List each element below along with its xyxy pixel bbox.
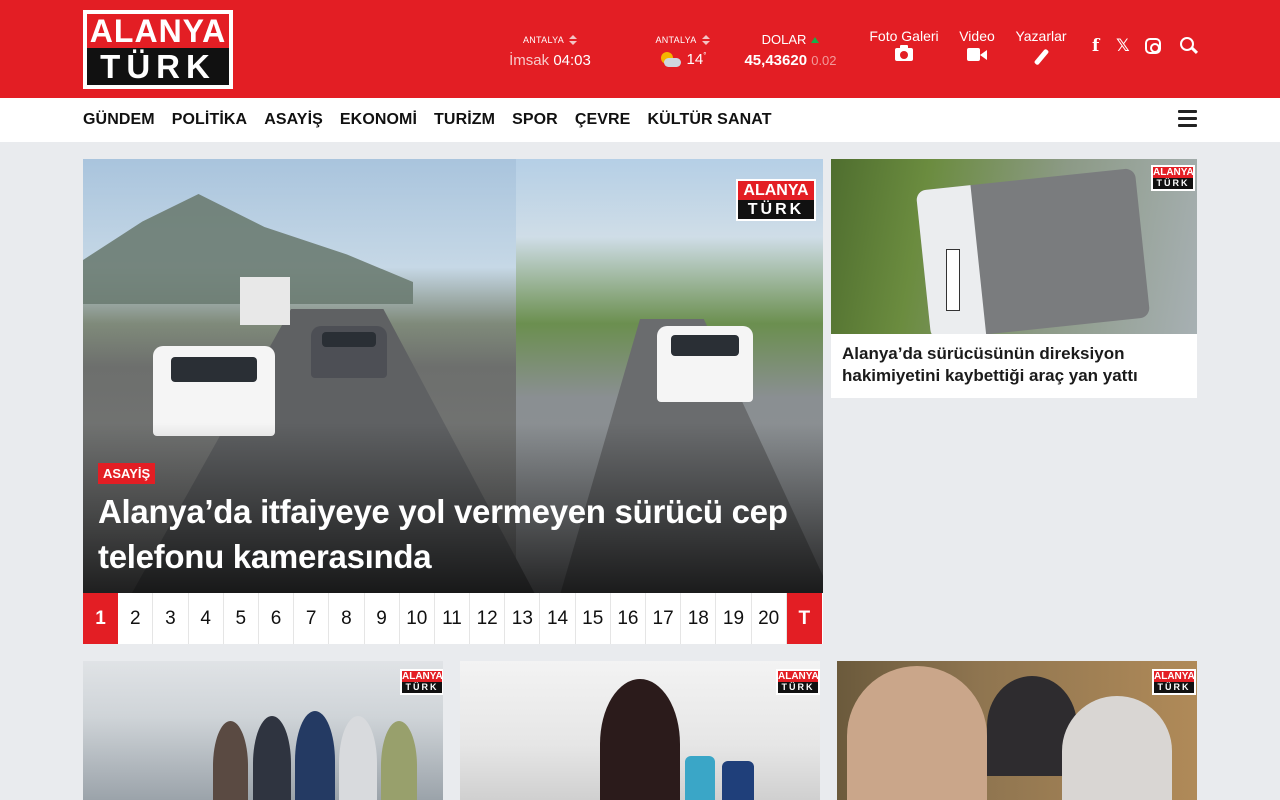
- hero-category-badge[interactable]: ASAYİŞ: [98, 463, 156, 484]
- slider-pagination: 1 2 3 4 5 6 7 8 9 10 11 12 13 14 15 16 17 18 19 20 T: [83, 593, 823, 644]
- pager-page-20[interactable]: 20: [752, 593, 787, 644]
- photo-gallery-link[interactable]: Foto Galeri: [866, 28, 942, 61]
- nav-item-ekonomi[interactable]: EKONOMİ: [340, 111, 417, 129]
- sort-arrows-icon[interactable]: [569, 35, 578, 45]
- watermark-logo: ALANYA TÜRK: [1152, 669, 1196, 695]
- logo-text-top: ALANYA: [87, 14, 229, 48]
- prayer-time: 04:03: [553, 52, 591, 69]
- nav-item-kultur-sanat[interactable]: KÜLTÜR SANAT: [647, 111, 771, 129]
- pager-page-1[interactable]: 1: [83, 593, 119, 644]
- category-menu: GÜNDEM POLİTİKA ASAYİŞ EKONOMİ TURİZM SP…: [83, 98, 772, 142]
- trend-up-icon: [811, 36, 820, 43]
- video-icon: [967, 48, 987, 61]
- hero-headline[interactable]: Alanya’da itfaiyeye yol vermeyen sürücü …: [98, 489, 798, 579]
- hero-slider[interactable]: ALANYA TÜRK ASAYİŞ Alanya’da itfaiyeye y…: [83, 159, 823, 593]
- pager-page-16[interactable]: 16: [611, 593, 646, 644]
- currency-value: 45,43620: [744, 52, 808, 69]
- news-card[interactable]: ALANYA TÜRK: [837, 661, 1197, 800]
- instagram-icon[interactable]: [1145, 38, 1161, 54]
- currency-change: 0.02: [811, 53, 837, 68]
- news-card[interactable]: ALANYA TÜRK: [83, 661, 443, 800]
- x-twitter-icon[interactable]: 𝕏: [1116, 36, 1130, 56]
- news-card[interactable]: ALANYA TÜRK: [460, 661, 820, 800]
- partly-cloudy-icon: [659, 51, 681, 68]
- video-label: Video: [959, 28, 995, 44]
- watermark-logo: ALANYA TÜRK: [736, 179, 816, 221]
- facebook-icon[interactable]: f: [1092, 36, 1099, 56]
- top-header: ALANYA TÜRK ANTALYA İmsak 04:03 ANTALYA …: [0, 0, 1280, 98]
- pager-page-17[interactable]: 17: [646, 593, 682, 644]
- weather-widget[interactable]: ANTALYA 14°: [645, 30, 720, 68]
- search-icon[interactable]: [1180, 37, 1198, 55]
- authors-link[interactable]: Yazarlar: [1012, 28, 1070, 66]
- prayer-label: İmsak: [509, 52, 550, 69]
- side-news-image: ALANYA TÜRK: [831, 159, 1197, 334]
- pager-page-15[interactable]: 15: [576, 593, 611, 644]
- pager-page-18[interactable]: 18: [681, 593, 717, 644]
- currency-widget[interactable]: DOLAR 45,43620 0.02: [733, 31, 848, 69]
- video-link[interactable]: Video: [955, 28, 999, 61]
- main-nav: GÜNDEM POLİTİKA ASAYİŞ EKONOMİ TURİZM SP…: [0, 98, 1280, 142]
- pager-page-14[interactable]: 14: [540, 593, 576, 644]
- white-car-image: [657, 326, 753, 402]
- watermark-logo: ALANYA TÜRK: [776, 669, 820, 695]
- pager-page-7[interactable]: 7: [294, 593, 330, 644]
- watermark-logo: ALANYA TÜRK: [1151, 165, 1195, 191]
- pager-page-6[interactable]: 6: [259, 593, 295, 644]
- side-news-card[interactable]: ALANYA TÜRK Alanya’da sürücüsünün direks…: [831, 159, 1197, 398]
- currency-name: DOLAR: [761, 32, 807, 47]
- pager-page-13[interactable]: 13: [505, 593, 541, 644]
- nav-item-turizm[interactable]: TURİZM: [434, 111, 495, 129]
- prayer-city: ANTALYA: [522, 35, 565, 45]
- pager-page-3[interactable]: 3: [153, 593, 189, 644]
- weather-city: ANTALYA: [655, 35, 697, 45]
- pager-page-2[interactable]: 2: [118, 593, 154, 644]
- nav-item-politika[interactable]: POLİTİKA: [172, 111, 247, 129]
- pager-page-9[interactable]: 9: [365, 593, 400, 644]
- authors-label: Yazarlar: [1015, 28, 1067, 44]
- prayer-time-widget[interactable]: ANTALYA İmsak 04:03: [500, 30, 600, 69]
- camera-icon: [895, 45, 913, 61]
- pager-all-button[interactable]: T: [786, 593, 822, 644]
- pager-page-19[interactable]: 19: [716, 593, 752, 644]
- pager-page-8[interactable]: 8: [329, 593, 365, 644]
- side-news-title[interactable]: Alanya’da sürücüsünün direksiyon hakimiy…: [842, 343, 1192, 387]
- nav-item-spor[interactable]: SPOR: [512, 111, 558, 129]
- degree-symbol: °: [703, 51, 707, 60]
- site-logo[interactable]: ALANYA TÜRK: [83, 10, 233, 89]
- hamburger-menu-icon[interactable]: [1178, 110, 1197, 128]
- pager-page-11[interactable]: 11: [435, 593, 471, 644]
- nav-item-gundem[interactable]: GÜNDEM: [83, 111, 155, 129]
- pager-page-10[interactable]: 10: [400, 593, 435, 644]
- logo-text-bottom: TÜRK: [87, 48, 229, 85]
- watermark-logo: ALANYA TÜRK: [400, 669, 443, 695]
- pager-page-12[interactable]: 12: [470, 593, 506, 644]
- pen-icon: [1032, 48, 1050, 66]
- pager-page-4[interactable]: 4: [189, 593, 224, 644]
- photo-gallery-label: Foto Galeri: [869, 28, 939, 44]
- pager-page-5[interactable]: 5: [224, 593, 259, 644]
- sort-arrows-icon[interactable]: [701, 35, 710, 45]
- nav-item-cevre[interactable]: ÇEVRE: [575, 111, 631, 129]
- weather-temp: 14: [686, 51, 704, 68]
- nav-item-asayis[interactable]: ASAYİŞ: [264, 111, 323, 129]
